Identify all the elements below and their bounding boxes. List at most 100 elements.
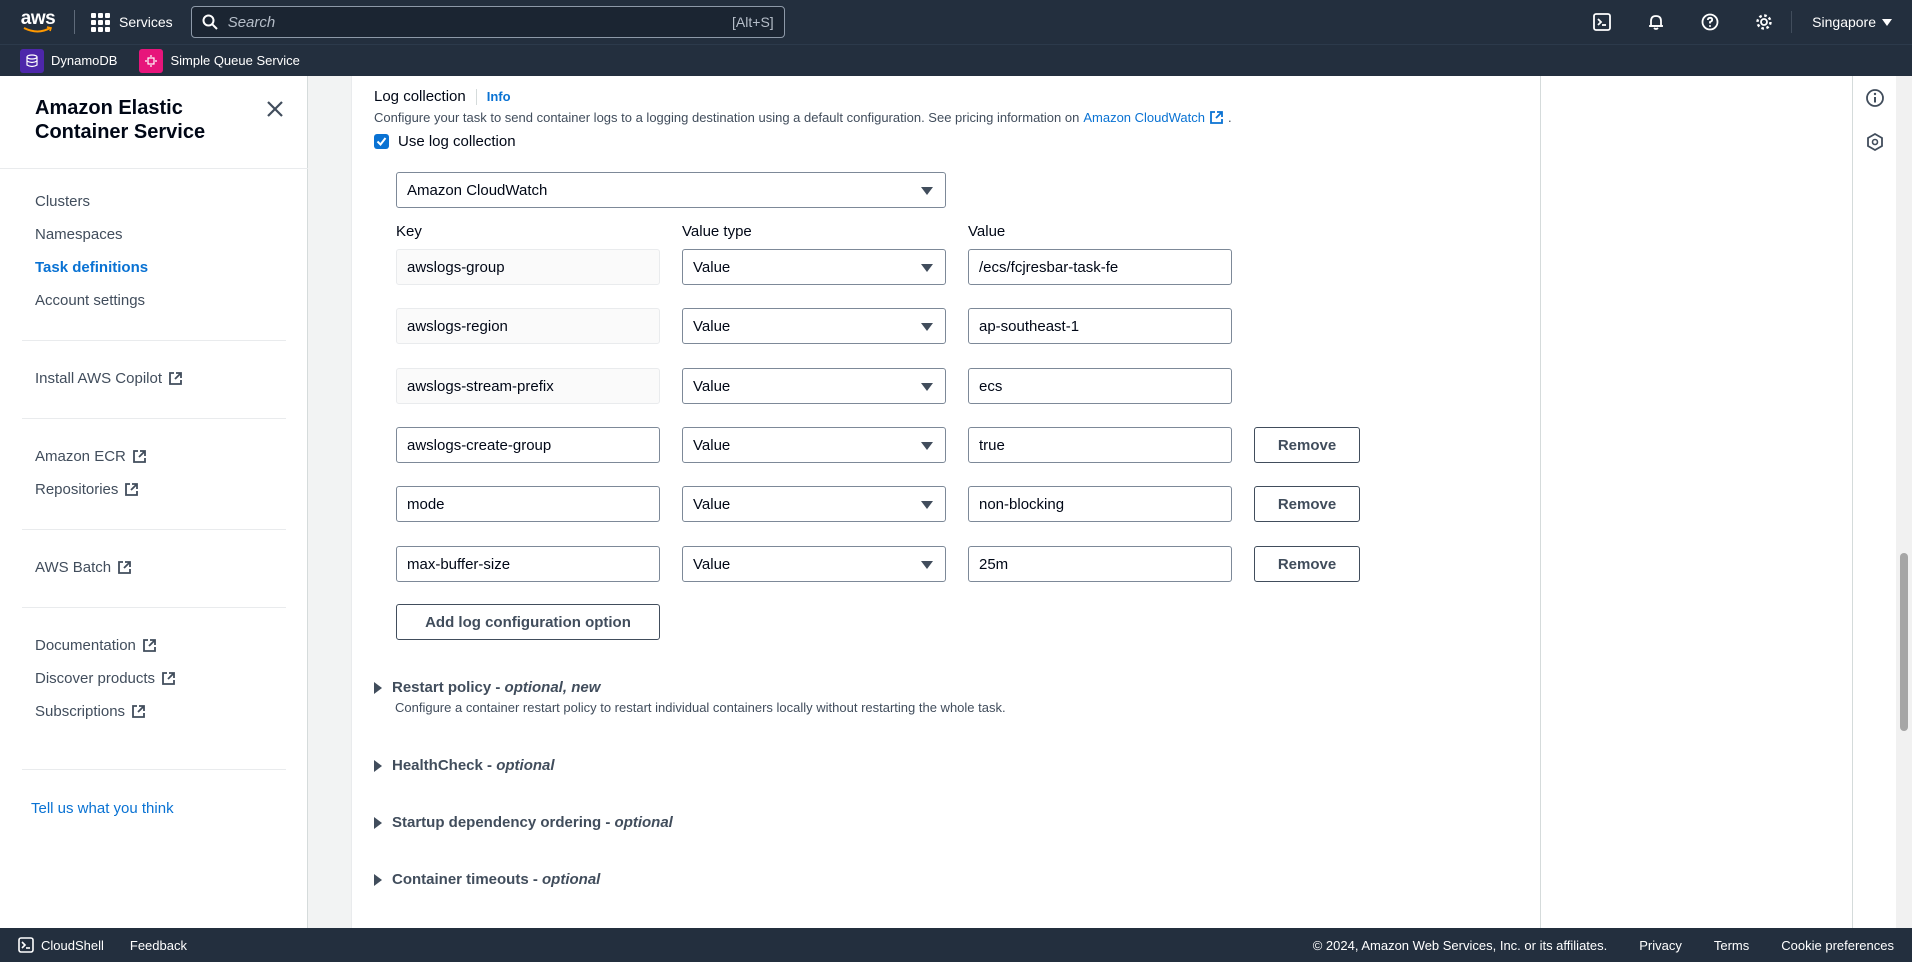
copyright-text: © 2024, Amazon Web Services, Inc. or its… bbox=[1312, 937, 1608, 953]
footer-terms-link[interactable]: Terms bbox=[1714, 938, 1749, 953]
container-timeouts-expander[interactable]: Container timeouts - optional bbox=[374, 871, 600, 888]
restart-policy-expander[interactable]: Restart policy - optional, new bbox=[374, 679, 600, 696]
info-icon[interactable] bbox=[1865, 88, 1885, 108]
divider bbox=[22, 607, 286, 608]
sidebar-link-aws-batch[interactable]: AWS Batch bbox=[35, 559, 132, 576]
divider bbox=[0, 168, 308, 169]
search-input[interactable] bbox=[227, 13, 733, 31]
footer-cloudshell-button[interactable]: CloudShell bbox=[18, 937, 104, 953]
selected-value: Value bbox=[693, 495, 731, 513]
search-shortcut: [Alt+S] bbox=[732, 14, 774, 30]
help-button[interactable] bbox=[1683, 0, 1737, 44]
option-value-type-select[interactable]: Value bbox=[682, 427, 946, 463]
scrollbar-thumb[interactable] bbox=[1900, 553, 1908, 731]
scrollbar-track[interactable] bbox=[1896, 76, 1912, 928]
option-value-input[interactable] bbox=[968, 486, 1232, 522]
region-selector[interactable]: Singapore bbox=[1792, 14, 1912, 30]
option-value-input[interactable] bbox=[968, 427, 1232, 463]
caret-down-icon bbox=[921, 383, 933, 391]
section-suffix: optional bbox=[614, 814, 673, 831]
option-key-input[interactable] bbox=[396, 486, 660, 522]
selected-value: Amazon CloudWatch bbox=[407, 181, 548, 199]
cloudwatch-pricing-link[interactable]: Amazon CloudWatch bbox=[1083, 110, 1224, 125]
option-value-type-select[interactable]: Value bbox=[682, 486, 946, 522]
gear-icon bbox=[1756, 14, 1772, 30]
info-link[interactable]: Info bbox=[487, 89, 511, 104]
footer: CloudShell Feedback © 2024, Amazon Web S… bbox=[0, 928, 1912, 962]
divider bbox=[22, 769, 286, 770]
footer-cookie-preferences-link[interactable]: Cookie preferences bbox=[1781, 938, 1894, 953]
option-value-input[interactable] bbox=[968, 249, 1232, 285]
add-log-option-button[interactable]: Add log configuration option bbox=[396, 604, 660, 640]
sidebar-item-clusters[interactable]: Clusters bbox=[35, 193, 90, 210]
footer-privacy-link[interactable]: Privacy bbox=[1639, 938, 1682, 953]
external-link-icon bbox=[132, 450, 146, 463]
option-key-input[interactable] bbox=[396, 546, 660, 582]
terminal-icon bbox=[1593, 13, 1612, 31]
checkbox-label: Use log collection bbox=[398, 133, 516, 150]
sidebar-item-namespaces[interactable]: Namespaces bbox=[35, 226, 123, 243]
option-key-input[interactable] bbox=[396, 249, 660, 285]
divider bbox=[475, 88, 477, 105]
option-value-type-select[interactable]: Value bbox=[682, 546, 946, 582]
divider bbox=[22, 529, 286, 530]
sidebar-item-task-definitions[interactable]: Task definitions bbox=[35, 259, 148, 276]
favorite-dynamodb[interactable]: DynamoDB bbox=[20, 48, 117, 73]
option-value-type-select[interactable]: Value bbox=[682, 368, 946, 404]
sidebar-link-install-copilot[interactable]: Install AWS Copilot bbox=[35, 370, 183, 387]
footer-feedback-link[interactable]: Feedback bbox=[130, 938, 187, 953]
sidebar-link-repositories[interactable]: Repositories bbox=[35, 481, 139, 498]
option-key-input[interactable] bbox=[396, 427, 660, 463]
remove-option-button[interactable]: Remove bbox=[1254, 486, 1360, 522]
description-text: Configure your task to send container lo… bbox=[374, 110, 1080, 125]
caret-down-icon bbox=[921, 187, 933, 195]
option-value-input[interactable] bbox=[968, 308, 1232, 344]
cloudshell-button[interactable] bbox=[1575, 0, 1629, 44]
log-collection-title: Log collection bbox=[374, 88, 466, 105]
option-key-input[interactable] bbox=[396, 308, 660, 344]
hexagon-icon[interactable] bbox=[1865, 132, 1885, 152]
section-title: Restart policy - bbox=[392, 679, 505, 696]
sidebar-link-documentation[interactable]: Documentation bbox=[35, 637, 157, 654]
remove-option-button[interactable]: Remove bbox=[1254, 546, 1360, 582]
caret-down-icon bbox=[921, 264, 933, 272]
services-menu-button[interactable]: Services bbox=[91, 12, 173, 32]
cloudshell-label: CloudShell bbox=[41, 937, 104, 953]
option-value-input[interactable] bbox=[968, 368, 1232, 404]
external-link-icon bbox=[143, 639, 156, 652]
search-box[interactable]: [Alt+S] bbox=[190, 6, 785, 38]
notifications-button[interactable] bbox=[1629, 0, 1683, 44]
settings-button[interactable] bbox=[1737, 0, 1791, 44]
caret-down-icon bbox=[921, 323, 933, 331]
sidebar-link-discover-products[interactable]: Discover products bbox=[35, 670, 176, 687]
feedback-link[interactable]: Tell us what you think bbox=[31, 800, 174, 817]
remove-option-button[interactable]: Remove bbox=[1254, 427, 1360, 463]
tools-rail bbox=[1852, 76, 1896, 928]
close-icon[interactable] bbox=[264, 98, 286, 120]
sidebar-link-amazon-ecr[interactable]: Amazon ECR bbox=[35, 448, 147, 465]
external-link-icon bbox=[169, 372, 182, 385]
aws-logo[interactable]: aws bbox=[18, 7, 58, 37]
external-link-icon bbox=[118, 561, 132, 574]
selected-value: Value bbox=[693, 317, 731, 335]
option-value-type-select[interactable]: Value bbox=[682, 249, 946, 285]
use-log-collection-checkbox[interactable] bbox=[374, 134, 389, 149]
checkmark-icon bbox=[376, 137, 387, 147]
caret-down-icon bbox=[921, 561, 933, 569]
section-title: Startup dependency ordering - bbox=[392, 814, 615, 831]
sidebar-item-account-settings[interactable]: Account settings bbox=[35, 292, 145, 309]
log-destination-select[interactable]: Amazon CloudWatch bbox=[396, 172, 946, 208]
sidebar-link-subscriptions[interactable]: Subscriptions bbox=[35, 703, 146, 720]
column-header-value-type: Value type bbox=[682, 223, 752, 240]
option-value-input[interactable] bbox=[968, 546, 1232, 582]
option-value-type-select[interactable]: Value bbox=[682, 308, 946, 344]
bell-icon bbox=[1649, 15, 1664, 30]
option-key-input[interactable] bbox=[396, 368, 660, 404]
column-header-value: Value bbox=[968, 223, 1006, 240]
startup-dependency-expander[interactable]: Startup dependency ordering - optional bbox=[374, 814, 673, 831]
healthcheck-expander[interactable]: HealthCheck - optional bbox=[374, 757, 555, 774]
favorite-sqs[interactable]: Simple Queue Service bbox=[139, 48, 300, 73]
caret-right-icon bbox=[374, 759, 382, 772]
caret-right-icon bbox=[374, 873, 382, 886]
grid-icon bbox=[91, 12, 110, 32]
